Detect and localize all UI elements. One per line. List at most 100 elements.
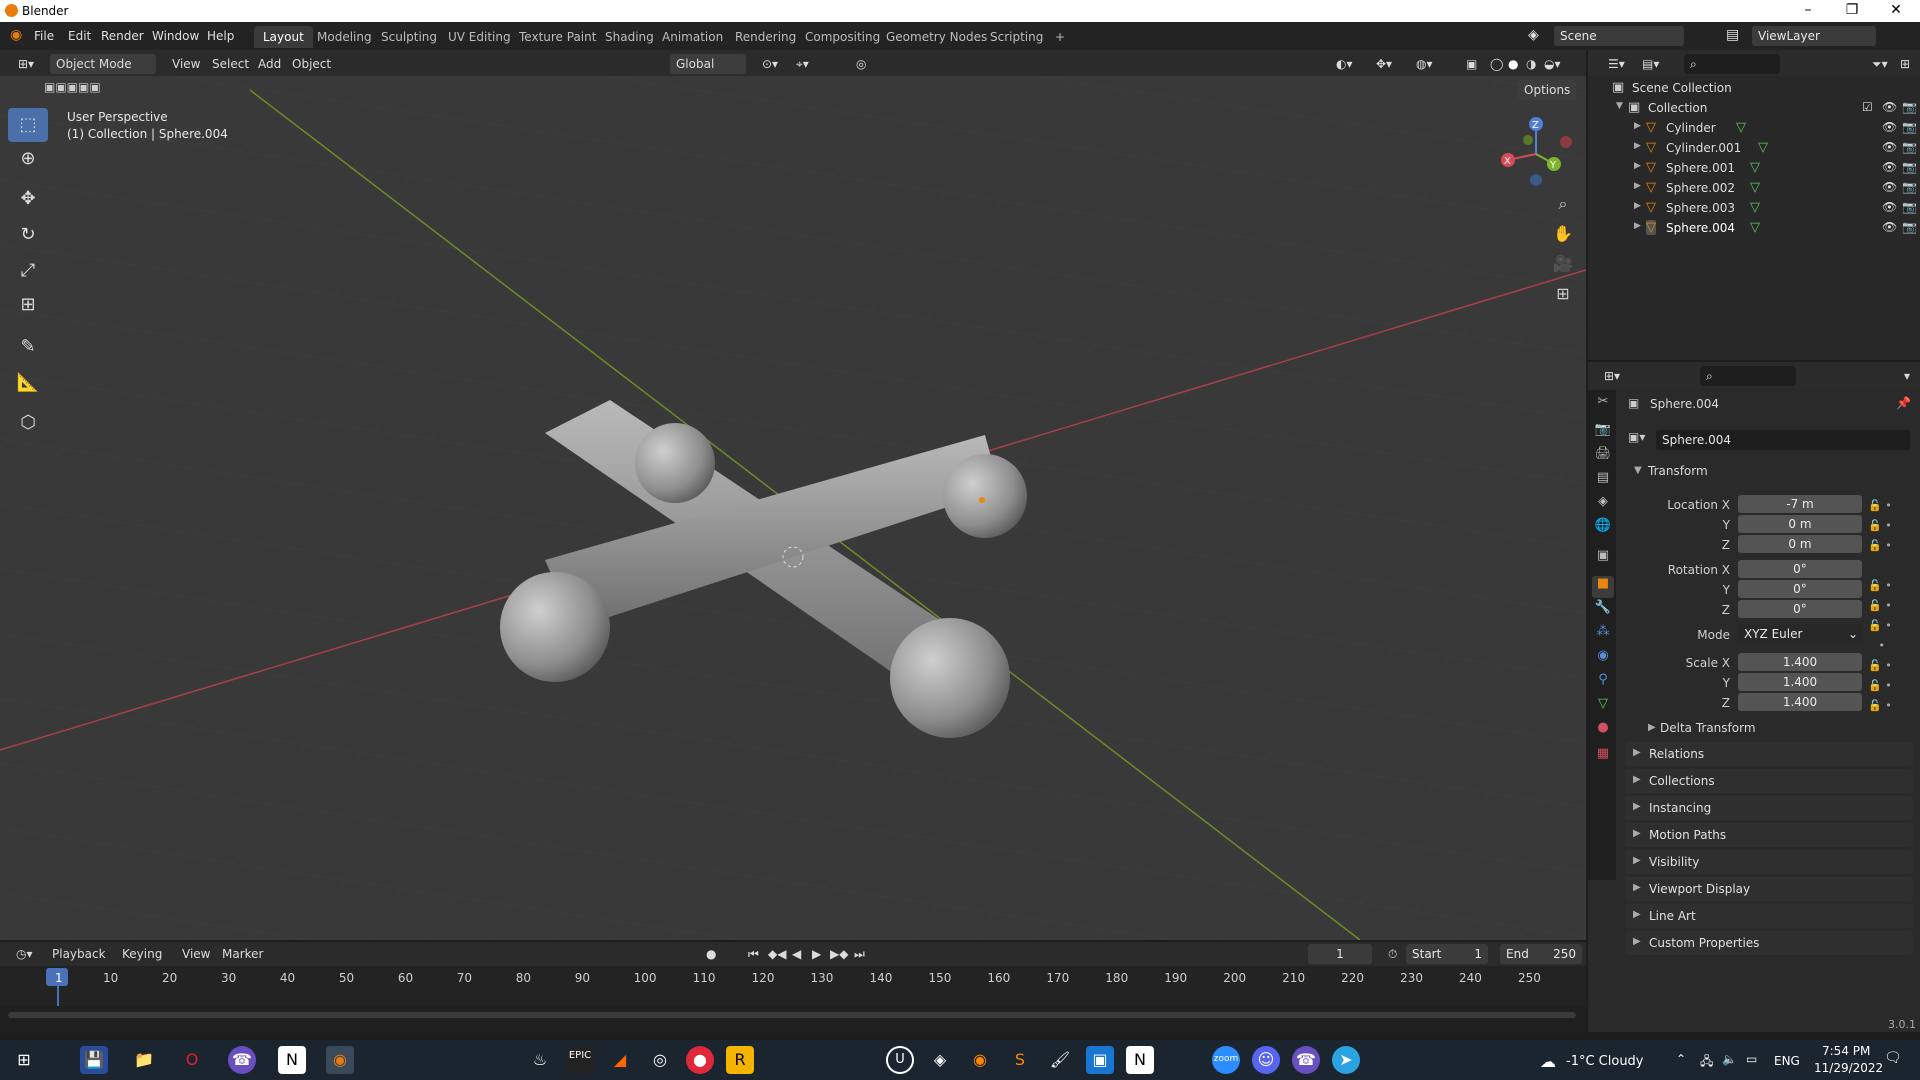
transform-panel-title[interactable]: Transform <box>1648 464 1708 478</box>
panel-line-art[interactable]: ▶ Line Art <box>1625 904 1913 928</box>
gizmo-toggle-icon[interactable]: ✥▾ <box>1370 54 1398 74</box>
camera-icon[interactable]: 📷 <box>1902 180 1917 194</box>
tab-modeling[interactable]: Modeling <box>308 26 381 48</box>
scene-field[interactable]: Scene <box>1554 26 1684 46</box>
eye-icon[interactable]: 👁 <box>1882 220 1897 234</box>
object-name-field[interactable]: Sphere.004 <box>1656 430 1910 450</box>
camera-icon[interactable]: 📷 <box>1902 220 1917 234</box>
delta-chevron-icon[interactable]: ▶ <box>1648 722 1656 733</box>
eye-icon[interactable]: 👁 <box>1882 140 1897 154</box>
location-z-field[interactable]: 0 m <box>1738 535 1862 553</box>
outliner-item[interactable]: ▶ ▽ Sphere.002 ▽ 👁 📷 <box>1588 178 1920 198</box>
sublime-icon[interactable]: S <box>1006 1046 1034 1074</box>
properties-editor-type-icon[interactable]: ⊞▾ <box>1598 366 1626 386</box>
timeline-scrollbar[interactable] <box>8 1012 1576 1018</box>
camera-icon[interactable]: 📷 <box>1902 140 1917 154</box>
render-tab-icon[interactable]: 📷 <box>1592 422 1614 444</box>
scale-z-field[interactable]: 1.400 <box>1738 693 1862 711</box>
discord-icon[interactable]: ☺ <box>1252 1046 1280 1074</box>
object-mode-dropdown[interactable]: Object Mode <box>50 54 156 74</box>
lock-icons-column[interactable]: 🔓 • 🔓 • 🔓 • 🔓 • 🔓 • 🔓 • • 🔓 • 🔓 • 🔓 • <box>1868 496 1908 716</box>
telegram-icon[interactable]: ➤ <box>1332 1046 1360 1074</box>
add-cube-tool[interactable]: ⬡ <box>8 406 48 440</box>
rotation-mode-dropdown[interactable]: XYZ Euler ⌄ <box>1738 625 1862 643</box>
rotation-y-field[interactable]: 0° <box>1738 580 1862 598</box>
outliner-item[interactable]: ▶ ▽ Sphere.003 ▽ 👁 📷 <box>1588 198 1920 218</box>
outliner-item[interactable]: ▶ ▽ Cylinder ▽ 👁 📷 <box>1588 118 1920 138</box>
mesh-data-icon[interactable]: ▽ <box>1750 160 1760 175</box>
stopwatch-icon[interactable]: ⏱ <box>1382 944 1403 964</box>
panel-instancing[interactable]: ▶ Instancing <box>1625 796 1913 820</box>
app-save-icon[interactable]: 💾 <box>80 1046 108 1074</box>
play-reverse-icon[interactable]: ◀ <box>786 944 807 964</box>
jump-end-icon[interactable]: ⏭ <box>848 944 871 964</box>
timeline-editor-type-icon[interactable]: ◷▾ <box>10 944 39 964</box>
rotation-x-field[interactable]: 0° <box>1738 560 1862 578</box>
filter-icon[interactable]: ⏷▾ <box>1866 54 1894 74</box>
unreal-engine-icon[interactable]: U <box>886 1046 914 1074</box>
move-tool[interactable]: ✥ <box>8 182 48 216</box>
ortho-grid-icon[interactable]: ⊞ <box>1548 284 1578 310</box>
navigation-gizmo[interactable]: Z X Y <box>1496 112 1576 192</box>
view-layer-tab-icon[interactable]: ▤ <box>1592 470 1614 492</box>
notion-app-icon[interactable]: N <box>1126 1046 1154 1074</box>
display-mode-icon[interactable]: ▤▾ <box>1636 54 1665 74</box>
camera-icon[interactable]: 📷 <box>1902 160 1917 174</box>
menu-select[interactable]: Select <box>206 54 255 74</box>
mesh-data-icon[interactable]: ▽ <box>1750 180 1760 195</box>
eye-icon[interactable]: 👁 <box>1882 160 1897 174</box>
timeline-scrollbar-area[interactable] <box>0 1006 1586 1034</box>
volume-icon[interactable]: 🔈 <box>1722 1052 1737 1066</box>
panel-viewport-display[interactable]: ▶ Viewport Display <box>1625 877 1913 901</box>
close-button[interactable]: ✕ <box>1874 2 1918 18</box>
windows-start-icon[interactable]: ⊞ <box>10 1046 38 1074</box>
menu-marker[interactable]: Marker <box>216 944 269 964</box>
outliner-search-input[interactable]: ⌕ <box>1684 54 1780 74</box>
clock-date[interactable]: 11/29/2022 <box>1814 1061 1883 1075</box>
cursor-tool[interactable]: ⊕ <box>8 142 48 176</box>
tab-scripting[interactable]: Scripting <box>981 26 1052 48</box>
location-y-field[interactable]: 0 m <box>1738 515 1862 533</box>
add-workspace-button[interactable]: + <box>1046 26 1074 48</box>
properties-options-icon[interactable]: ▾ <box>1898 366 1916 386</box>
output-tab-icon[interactable]: 🖨 <box>1592 446 1614 468</box>
tab-texture-paint[interactable]: Texture Paint <box>510 26 605 48</box>
texture-tab-icon[interactable]: ▦ <box>1592 746 1614 768</box>
tab-layout[interactable]: Layout <box>254 26 313 48</box>
outliner-item[interactable]: ▶ ▽ Cylinder.001 ▽ 👁 📷 <box>1588 138 1920 158</box>
zoom-icon[interactable]: zoom <box>1212 1046 1240 1074</box>
camera-view-icon[interactable]: 🎥 <box>1548 254 1578 280</box>
opera-icon[interactable]: O <box>178 1046 206 1074</box>
measure-tool[interactable]: 📐 <box>8 366 48 400</box>
mesh-data-icon[interactable]: ▽ <box>1750 220 1760 235</box>
camera-icon[interactable]: 📷 <box>1902 200 1917 214</box>
davinci-icon[interactable]: ◈ <box>926 1046 954 1074</box>
menu-window[interactable]: Window <box>152 29 199 43</box>
editor-type-icon[interactable]: ⊞▾ <box>12 54 40 74</box>
menu-add[interactable]: Add <box>252 54 287 74</box>
scale-y-field[interactable]: 1.400 <box>1738 673 1862 691</box>
object-selector-icon[interactable]: ▣▾ <box>1628 430 1645 444</box>
mesh-data-icon[interactable]: ▽ <box>1750 200 1760 215</box>
scale-x-field[interactable]: 1.400 <box>1738 653 1862 671</box>
view-layer-field[interactable]: ViewLayer <box>1752 26 1876 46</box>
end-frame-field[interactable]: End 250 <box>1500 944 1582 964</box>
viber-tray-icon[interactable]: ☎ <box>1292 1046 1320 1074</box>
menu-help[interactable]: Help <box>207 29 234 43</box>
tab-sculpting[interactable]: Sculpting <box>372 26 446 48</box>
paint-icon[interactable]: 🖌 <box>1046 1046 1074 1074</box>
current-frame-field[interactable]: 1 <box>1308 944 1372 964</box>
menu-keying[interactable]: Keying <box>116 944 168 964</box>
menu-playback[interactable]: Playback <box>46 944 112 964</box>
rockstar-icon[interactable]: R <box>726 1046 754 1074</box>
menu-edit[interactable]: Edit <box>68 29 91 43</box>
blender-menu-icon[interactable]: ◉ <box>10 27 22 43</box>
origin-icon[interactable]: ◢ <box>606 1046 634 1074</box>
tab-geometry-nodes[interactable]: Geometry Nodes <box>877 26 996 48</box>
delta-transform-panel[interactable]: Delta Transform <box>1660 721 1756 735</box>
battery-icon[interactable]: ▭ <box>1746 1052 1757 1066</box>
pan-hand-icon[interactable]: ✋ <box>1548 224 1578 250</box>
tool-tab-icon[interactable]: ✂ <box>1592 394 1614 416</box>
panel-custom-properties[interactable]: ▶ Custom Properties <box>1625 931 1913 955</box>
location-x-field[interactable]: -7 m <box>1738 495 1862 513</box>
